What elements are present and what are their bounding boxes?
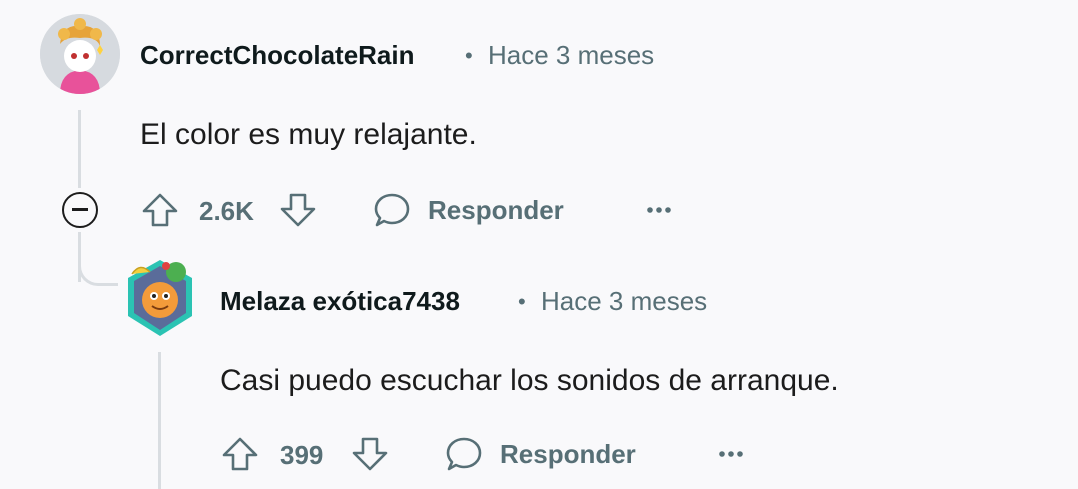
downvote-arrow-icon (280, 193, 316, 227)
vote-count: 399 (280, 440, 324, 470)
snoo-avatar-icon (128, 260, 192, 336)
ellipsis-icon (647, 207, 671, 213)
downvote-button[interactable] (278, 190, 318, 230)
ellipsis-icon (719, 451, 743, 457)
comment-body: El color es muy relajante. (140, 118, 477, 151)
upvote-arrow-icon (142, 193, 178, 227)
downvote-button[interactable] (350, 434, 390, 474)
vote-count: 2.6K (199, 196, 254, 226)
reply-label: Responder (500, 438, 636, 469)
avatar[interactable] (40, 14, 120, 94)
upvote-button[interactable] (140, 190, 180, 230)
username[interactable]: CorrectChocolateRain (140, 40, 415, 71)
avatar[interactable] (120, 254, 200, 342)
collapse-thread-button[interactable] (62, 192, 98, 228)
reply-button[interactable]: Responder (372, 190, 564, 230)
more-options-button[interactable] (645, 196, 673, 224)
thread-branch (78, 250, 118, 286)
separator-dot: • (465, 43, 473, 68)
reply-button[interactable]: Responder (444, 434, 636, 474)
thread-line (78, 110, 81, 188)
upvote-arrow-icon (222, 437, 258, 471)
upvote-button[interactable] (220, 434, 260, 474)
timestamp[interactable]: Hace 3 meses (541, 286, 707, 317)
comment-bubble-icon (374, 193, 410, 227)
snoo-avatar-icon (40, 14, 120, 94)
reply-label: Responder (428, 194, 564, 225)
separator-dot: • (518, 289, 526, 314)
timestamp[interactable]: Hace 3 meses (488, 40, 654, 71)
downvote-arrow-icon (352, 437, 388, 471)
more-options-button[interactable] (717, 440, 745, 468)
thread-line (158, 352, 161, 489)
comment-body: Casi puedo escuchar los sonidos de arran… (220, 364, 839, 397)
comment-bubble-icon (446, 437, 482, 471)
username[interactable]: Melaza exótica7438 (220, 286, 460, 317)
